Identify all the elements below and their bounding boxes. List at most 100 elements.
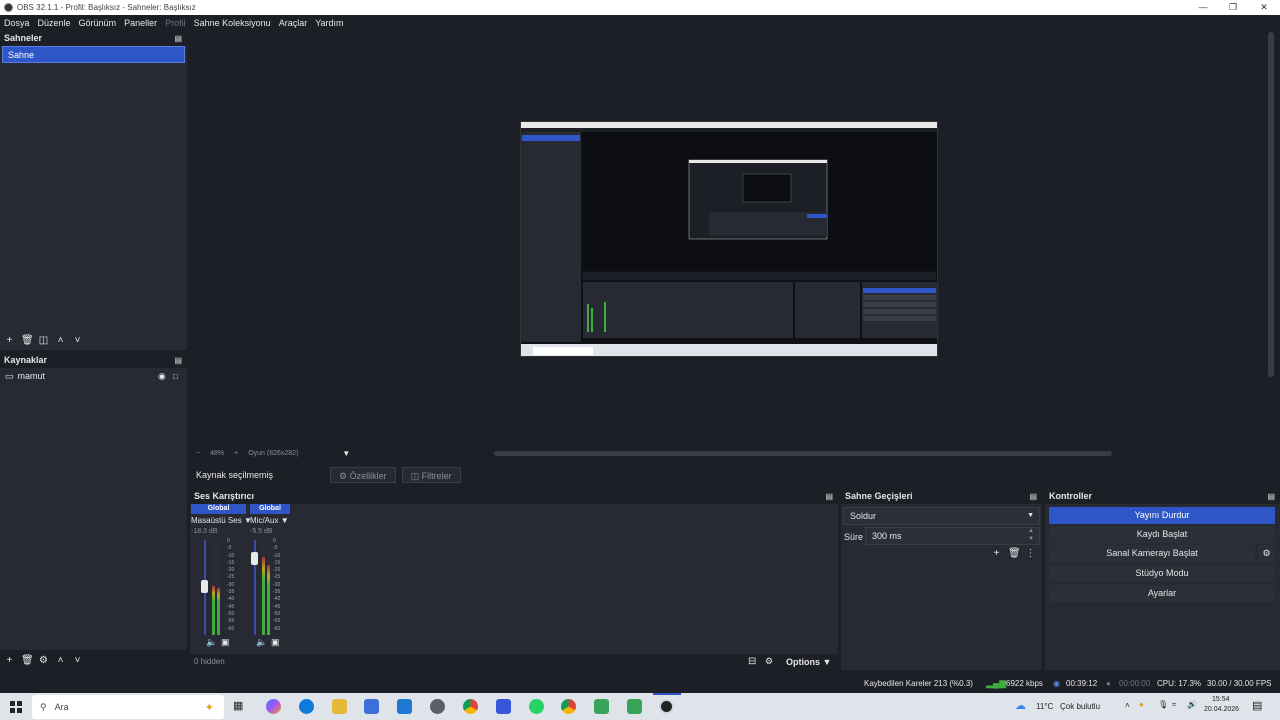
trash-icon[interactable]: 🗑: [21, 335, 34, 346]
whatsapp-icon[interactable]: [529, 699, 544, 714]
speaker-icon[interactable]: 🔈: [256, 637, 267, 648]
stop-streaming-button[interactable]: Yayını Durdur: [1049, 507, 1275, 524]
preview-horizontal-scrollbar[interactable]: [494, 451, 1112, 456]
volume-icon[interactable]: 🔊: [1187, 700, 1197, 709]
chrome-icon[interactable]: [463, 699, 478, 714]
ms-store-icon[interactable]: [364, 699, 379, 714]
maximize-icon[interactable]: ❐: [1218, 0, 1248, 15]
lock-icon[interactable]: □: [173, 372, 178, 381]
weather-desc[interactable]: Çok bulutlu: [1060, 702, 1100, 711]
edge-browser-icon[interactable]: [299, 699, 314, 714]
speaker-icon[interactable]: 🔈: [206, 637, 217, 648]
start-recording-button[interactable]: Kaydı Başlat: [1049, 526, 1275, 543]
windows-start-icon[interactable]: [10, 701, 22, 713]
app-icon[interactable]: [430, 699, 445, 714]
source-item[interactable]: ▭ mamut ◉ □: [0, 368, 187, 384]
channel-scope-badge: Global: [250, 504, 290, 514]
zoom-out-icon[interactable]: −: [196, 450, 200, 457]
more-vertical-icon[interactable]: ⋮: [1025, 548, 1036, 559]
headphones-icon[interactable]: ▣: [271, 637, 280, 648]
weather-temp[interactable]: 11°C: [1036, 702, 1053, 711]
add-icon[interactable]: +: [4, 655, 15, 666]
filter-icon: ◫: [410, 471, 422, 481]
options-button[interactable]: Options ▼: [786, 657, 831, 667]
microphone-icon[interactable]: 🎙: [1158, 700, 1168, 709]
add-icon[interactable]: +: [991, 548, 1002, 559]
spin-arrows-icon[interactable]: ▲ ▼: [1028, 527, 1034, 543]
channel-db: -18.3 dB: [191, 528, 218, 535]
studio-mode-button[interactable]: Stüdyo Modu: [1049, 565, 1275, 582]
scene-item[interactable]: Sahne: [2, 46, 185, 63]
app-icon[interactable]: [594, 699, 609, 714]
undock-icon[interactable]: ▤: [825, 489, 833, 504]
channel-name[interactable]: Mic/Aux ▼: [250, 516, 290, 525]
undock-icon[interactable]: ▤: [174, 31, 182, 46]
copilot-icon[interactable]: [266, 699, 281, 714]
taskbar-search[interactable]: ⚲ Ara ✦: [32, 695, 224, 719]
gear-icon[interactable]: ⚙: [765, 656, 773, 667]
headphones-icon[interactable]: ▣: [221, 637, 230, 648]
settings-button[interactable]: Ayarlar: [1049, 585, 1275, 602]
filters-button[interactable]: ◫ Filtreler: [401, 467, 461, 483]
scenes-title: Sahneler ▤: [0, 31, 187, 46]
undock-icon[interactable]: ▤: [1029, 489, 1037, 504]
menu-docks[interactable]: Paneller: [120, 18, 161, 28]
chevron-down-icon[interactable]: ˅: [72, 655, 83, 666]
channel-scope-badge: Global: [191, 504, 246, 514]
notification-icon[interactable]: ▤: [1252, 699, 1262, 712]
start-virtual-camera-button[interactable]: Sanal Kamerayı Başlat: [1049, 545, 1255, 562]
gear-icon: ⚙: [339, 471, 350, 481]
trash-icon[interactable]: 🗑: [21, 655, 34, 666]
zoom-fit[interactable]: Oyun (826x282): [248, 450, 298, 457]
layout-icon[interactable]: ⊟: [748, 656, 756, 667]
file-explorer-icon[interactable]: [332, 699, 347, 714]
menu-tools[interactable]: Araçlar: [275, 18, 312, 28]
chevron-down-icon: ▼: [280, 516, 289, 525]
menu-help[interactable]: Yardım: [311, 18, 347, 28]
tray-app-icon[interactable]: ●: [1139, 700, 1144, 709]
add-icon[interactable]: +: [4, 335, 15, 346]
chrome-icon[interactable]: [561, 699, 576, 714]
task-view-icon[interactable]: ▦: [233, 699, 248, 714]
wifi-icon[interactable]: ≈: [1172, 700, 1176, 709]
zoom-dropdown-icon[interactable]: ▼: [342, 449, 350, 458]
undock-icon[interactable]: ▤: [1267, 489, 1275, 504]
clock-time[interactable]: 15:54: [1212, 696, 1230, 703]
trash-icon[interactable]: 🗑: [1008, 548, 1021, 559]
scale-tick: 0: [273, 538, 276, 544]
signal-bars-icon: ▂▄▆: [986, 678, 1007, 688]
minimize-icon[interactable]: —: [1188, 0, 1218, 15]
chevron-up-icon[interactable]: ˄: [1125, 701, 1130, 710]
source-label: mamut: [17, 371, 46, 381]
app-icon[interactable]: [496, 699, 511, 714]
chevron-down-icon[interactable]: ˅: [72, 335, 83, 346]
gear-icon[interactable]: ⚙: [38, 655, 49, 666]
volume-fader-knob[interactable]: [201, 580, 208, 593]
program-canvas[interactable]: [520, 121, 938, 357]
menu-view[interactable]: Görünüm: [75, 18, 121, 28]
properties-button[interactable]: ⚙ Özellikler: [330, 467, 396, 483]
menu-profile[interactable]: Profil: [161, 18, 190, 28]
gear-icon[interactable]: ⚙: [1258, 545, 1275, 562]
close-icon[interactable]: ✕: [1249, 0, 1279, 15]
menu-scene-collection[interactable]: Sahne Koleksiyonu: [190, 18, 275, 28]
eye-icon[interactable]: ◉: [158, 371, 166, 382]
preview-vertical-scrollbar[interactable]: [1268, 32, 1274, 377]
clock-date[interactable]: 20.04.2026: [1204, 706, 1239, 713]
undock-icon[interactable]: ▤: [174, 353, 182, 368]
volume-fader-knob[interactable]: [251, 552, 258, 565]
chevron-up-icon[interactable]: ˄: [55, 655, 66, 666]
filter-icon[interactable]: ◫: [38, 335, 49, 346]
zoom-in-icon[interactable]: +: [234, 450, 238, 457]
transition-select[interactable]: Soldur ▼: [843, 507, 1040, 525]
scale-tick: -10: [227, 552, 235, 559]
obs-icon[interactable]: [659, 699, 674, 714]
weather-icon: ☁: [1015, 700, 1026, 712]
menu-edit[interactable]: Düzenle: [34, 18, 75, 28]
mail-icon[interactable]: [397, 699, 412, 714]
channel-name[interactable]: Masaüstü Ses ▼: [191, 516, 252, 525]
app-icon[interactable]: [627, 699, 642, 714]
chevron-up-icon[interactable]: ˄: [55, 335, 66, 346]
menu-file[interactable]: Dosya: [0, 18, 34, 28]
duration-spinbox[interactable]: 300 ms ▲ ▼: [865, 527, 1040, 545]
